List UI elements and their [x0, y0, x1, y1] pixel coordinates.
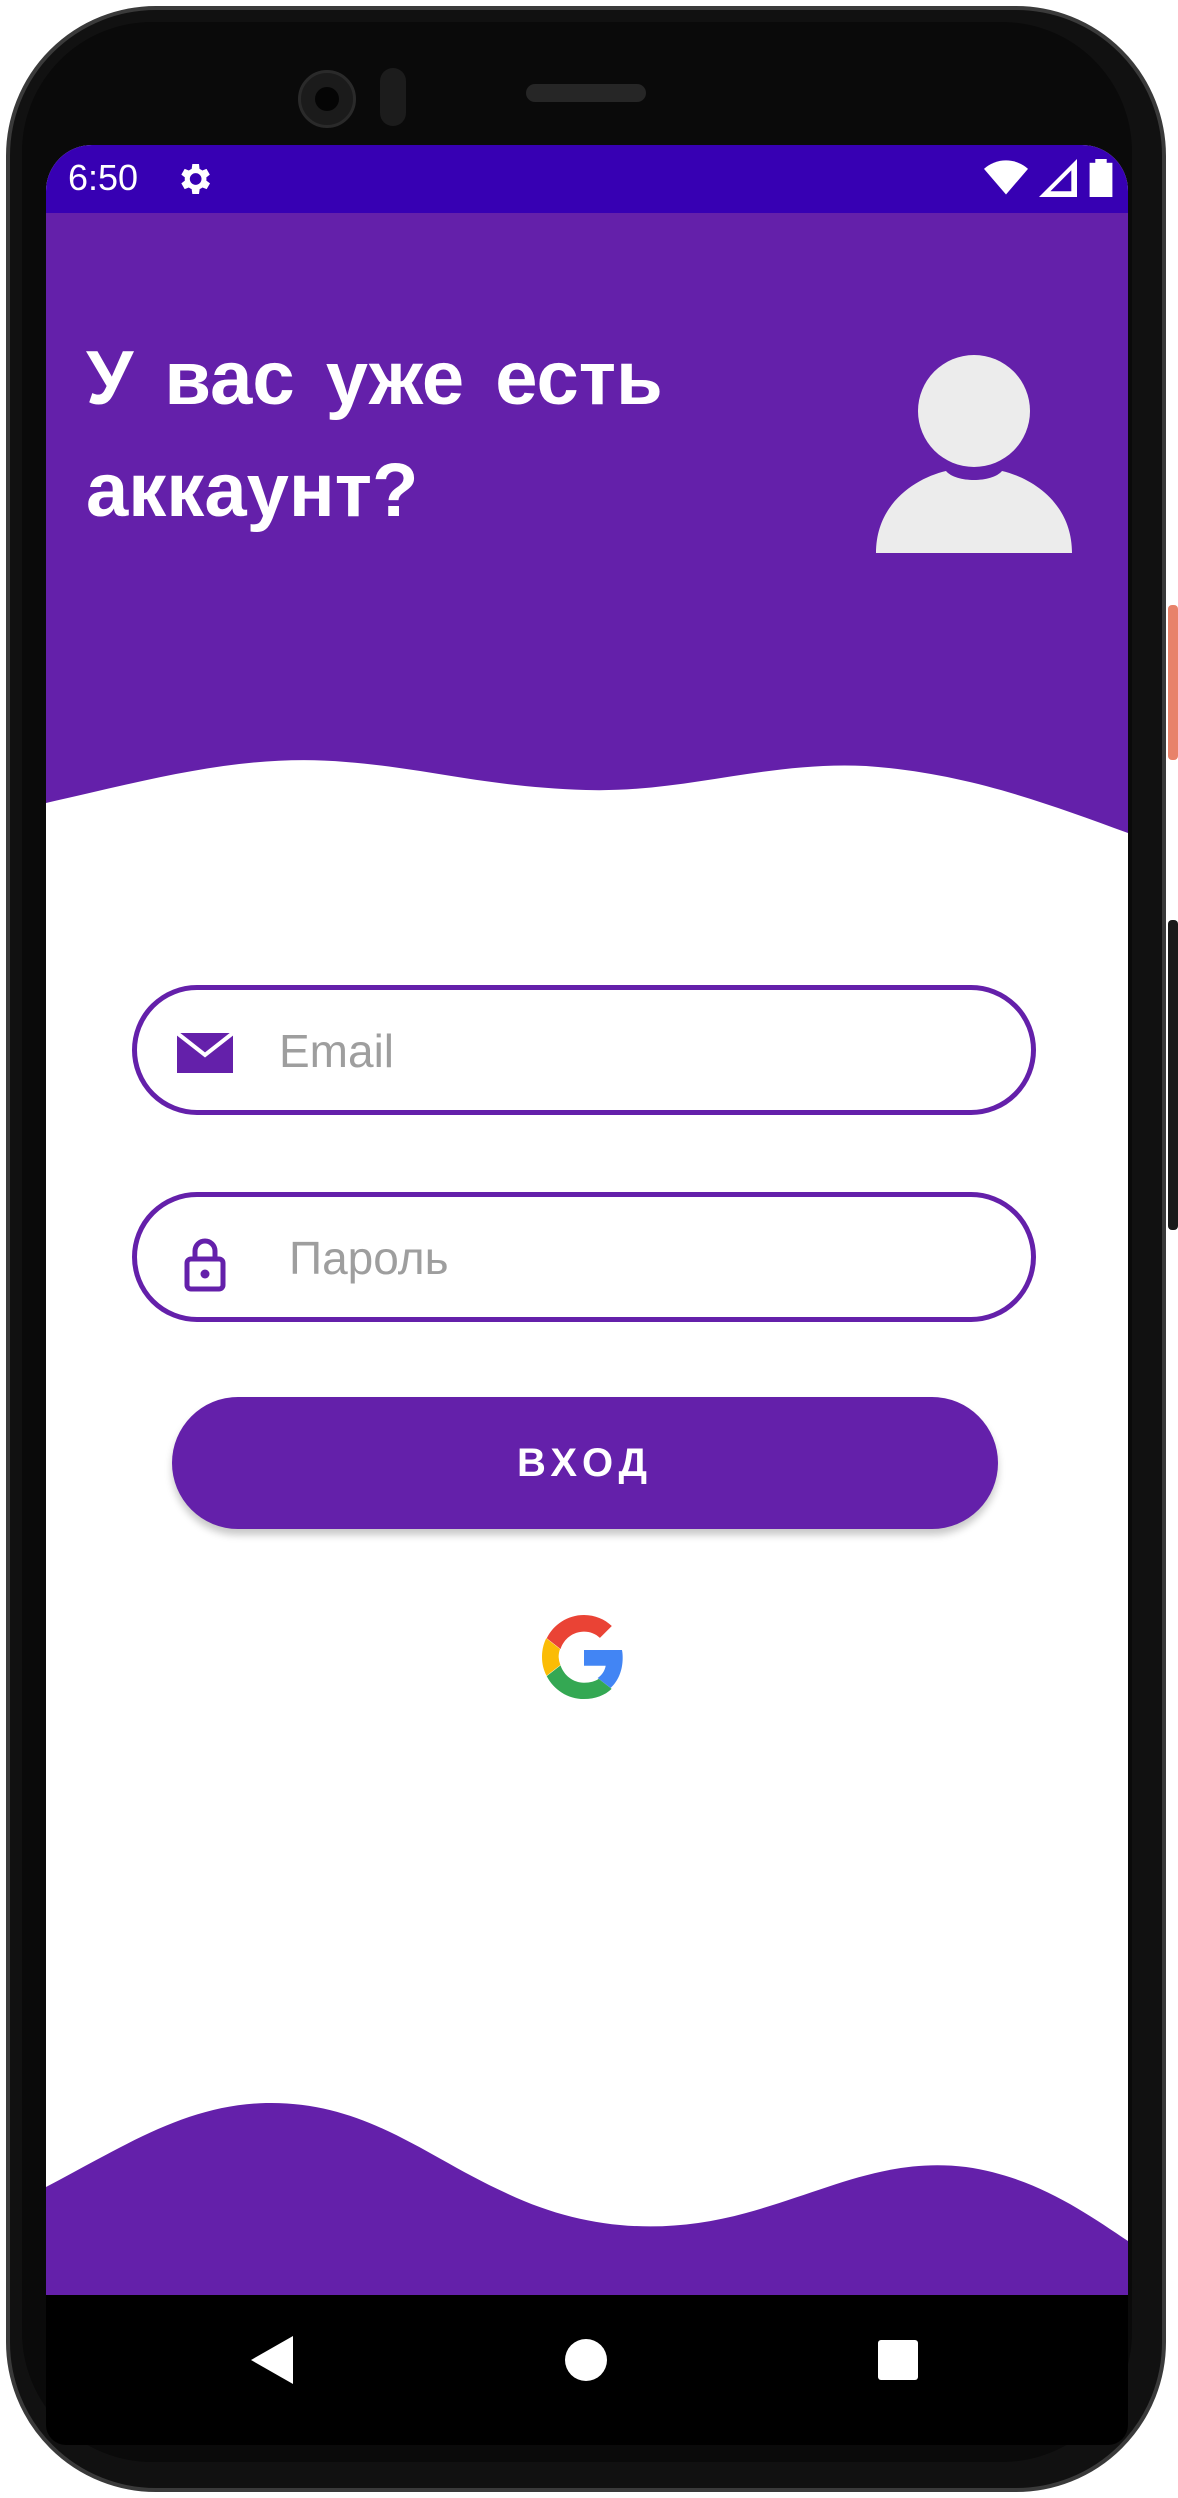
password-input[interactable]	[287, 1215, 991, 1301]
lock-icon	[184, 1238, 226, 1292]
front-camera	[298, 70, 356, 128]
status-time: 6:50	[68, 157, 139, 198]
envelope-icon	[175, 1031, 235, 1073]
back-triangle-icon	[251, 2336, 293, 2384]
page-title: У вас уже есть аккаунт?	[86, 336, 663, 533]
earpiece-speaker	[526, 84, 646, 102]
footer-wave-background	[46, 2102, 1128, 2295]
wifi-icon	[984, 160, 1028, 195]
proximity-sensor	[380, 68, 406, 126]
status-bar: 6:50	[46, 145, 1128, 213]
password-field[interactable]	[132, 1192, 1036, 1322]
battery-icon	[1089, 159, 1113, 197]
volume-button	[1168, 920, 1178, 1230]
recents-square-icon	[878, 2340, 918, 2380]
user-avatar-icon	[876, 355, 1072, 553]
gear-icon	[181, 164, 210, 194]
app-screen: У вас уже есть аккаунт? 6:50 Email ВХОД	[46, 145, 1128, 2295]
device: У вас уже есть аккаунт? 6:50 Email ВХОД	[0, 0, 1178, 2498]
bottom-bezel	[46, 2425, 1128, 2445]
signal-icon	[1039, 159, 1077, 197]
home-button[interactable]	[546, 2320, 626, 2400]
header: У вас уже есть аккаунт?	[46, 213, 1128, 833]
google-logo-icon[interactable]	[542, 1615, 626, 1699]
email-input[interactable]	[277, 1008, 981, 1094]
power-button	[1168, 605, 1178, 760]
status-icons	[984, 159, 1114, 197]
recents-button[interactable]	[858, 2320, 938, 2400]
back-button[interactable]	[232, 2320, 312, 2400]
login-button[interactable]: ВХОД	[172, 1397, 998, 1529]
home-circle-icon	[565, 2339, 607, 2381]
navigation-bar	[46, 2295, 1128, 2425]
email-field[interactable]	[132, 985, 1036, 1115]
